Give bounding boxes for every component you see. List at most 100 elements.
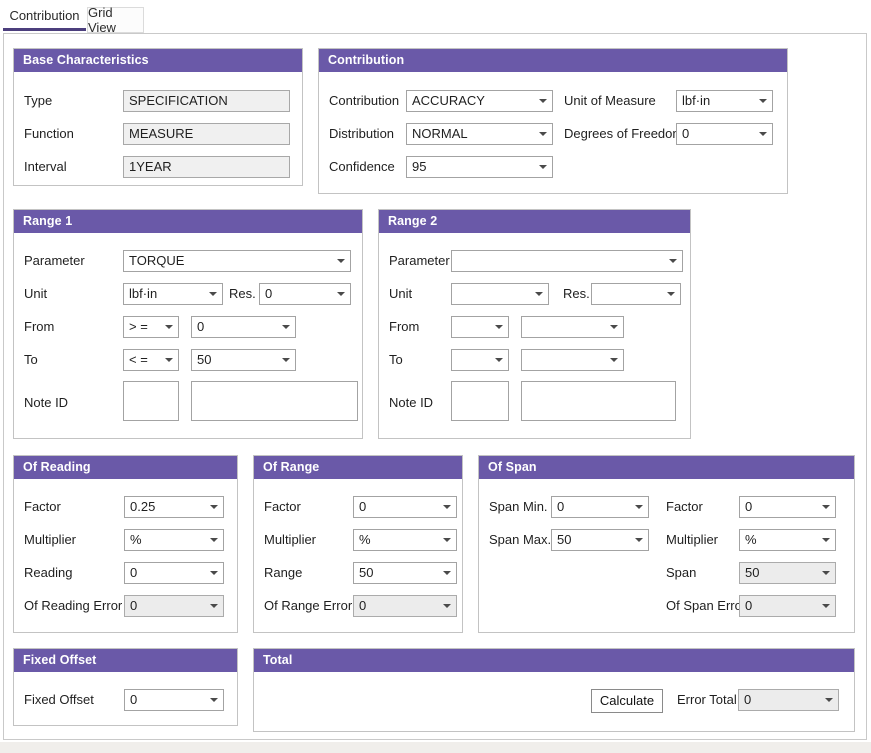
of-range-range-value: 50 xyxy=(359,563,440,583)
chevron-down-icon xyxy=(635,538,643,542)
range1-res-select[interactable]: 0 xyxy=(259,283,351,305)
range-2-title: Range 2 xyxy=(379,210,690,233)
of-reading-factor-select[interactable]: 0.25 xyxy=(124,496,224,518)
range2-parameter-value xyxy=(457,251,666,271)
of-span-factor-select[interactable]: 0 xyxy=(739,496,836,518)
of-range-error-select: 0 xyxy=(353,595,457,617)
distribution-select[interactable]: NORMAL xyxy=(406,123,553,145)
of-range-error-label: Of Range Error xyxy=(264,595,352,617)
range2-from-operator-select[interactable] xyxy=(451,316,509,338)
range2-unit-select[interactable] xyxy=(451,283,549,305)
chevron-down-icon xyxy=(165,358,173,362)
of-range-factor-label: Factor xyxy=(264,496,301,518)
range2-to-value xyxy=(527,350,607,370)
of-range-multiplier-value: % xyxy=(359,530,440,550)
error-total-value: 0 xyxy=(744,690,822,710)
of-reading-reading-label: Reading xyxy=(24,562,72,584)
confidence-label: Confidence xyxy=(329,156,395,178)
of-reading-error-select: 0 xyxy=(124,595,224,617)
distribution-label: Distribution xyxy=(329,123,394,145)
of-span-title: Of Span xyxy=(479,456,854,479)
range1-to-operator-select[interactable]: < = xyxy=(123,349,179,371)
span-max-select[interactable]: 50 xyxy=(551,529,649,551)
unit-of-measure-value: lbf·in xyxy=(682,91,756,111)
range2-res-select[interactable] xyxy=(591,283,681,305)
contribution-select[interactable]: ACCURACY xyxy=(406,90,553,112)
confidence-select[interactable]: 95 xyxy=(406,156,553,178)
range1-unit-select[interactable]: lbf·in xyxy=(123,283,223,305)
error-total-select: 0 xyxy=(738,689,839,711)
span-min-value: 0 xyxy=(557,497,632,517)
range1-from-value-select[interactable]: 0 xyxy=(191,316,296,338)
chevron-down-icon xyxy=(539,99,547,103)
range2-to-operator-select[interactable] xyxy=(451,349,509,371)
tab-grid-view[interactable]: Grid View xyxy=(87,7,144,33)
chevron-down-icon xyxy=(210,538,218,542)
chevron-down-icon xyxy=(495,325,503,329)
interval-field[interactable]: 1YEAR xyxy=(123,156,290,178)
panel-fixed-offset: Fixed Offset Fixed Offset 0 xyxy=(13,648,238,726)
chevron-down-icon xyxy=(337,292,345,296)
type-field[interactable]: SPECIFICATION xyxy=(123,90,290,112)
range1-parameter-select[interactable]: TORQUE xyxy=(123,250,351,272)
chevron-down-icon xyxy=(535,292,543,296)
distribution-value: NORMAL xyxy=(412,124,536,144)
of-reading-multiplier-select[interactable]: % xyxy=(124,529,224,551)
range2-parameter-label: Parameter xyxy=(389,250,450,272)
of-reading-title: Of Reading xyxy=(14,456,237,479)
of-span-span-value: 50 xyxy=(745,563,819,583)
range2-from-value-select[interactable] xyxy=(521,316,624,338)
range2-parameter-select[interactable] xyxy=(451,250,683,272)
fixed-offset-label: Fixed Offset xyxy=(24,689,94,711)
chevron-down-icon xyxy=(495,358,503,362)
range2-unit-label: Unit xyxy=(389,283,412,305)
range1-to-value-select[interactable]: 50 xyxy=(191,349,296,371)
of-reading-factor-value: 0.25 xyxy=(130,497,207,517)
range1-unit-value: lbf·in xyxy=(129,284,206,304)
range1-from-value: 0 xyxy=(197,317,279,337)
fixed-offset-select[interactable]: 0 xyxy=(124,689,224,711)
range2-note-id-field[interactable] xyxy=(451,381,509,421)
span-max-label: Span Max. xyxy=(489,529,551,551)
of-range-range-select[interactable]: 50 xyxy=(353,562,457,584)
chevron-down-icon xyxy=(443,571,451,575)
of-reading-reading-select[interactable]: 0 xyxy=(124,562,224,584)
chevron-down-icon xyxy=(667,292,675,296)
function-label: Function xyxy=(24,123,74,145)
chevron-down-icon xyxy=(443,604,451,608)
of-range-multiplier-label: Multiplier xyxy=(264,529,316,551)
span-min-select[interactable]: 0 xyxy=(551,496,649,518)
panel-base-characteristics: Base Characteristics Type SPECIFICATION … xyxy=(13,48,303,186)
range2-to-value-select[interactable] xyxy=(521,349,624,371)
range1-note-text-field[interactable] xyxy=(191,381,358,421)
of-range-factor-select[interactable]: 0 xyxy=(353,496,457,518)
panel-contribution: Contribution Contribution ACCURACY Unit … xyxy=(318,48,788,194)
span-min-label: Span Min. xyxy=(489,496,548,518)
range2-note-text-field[interactable] xyxy=(521,381,676,421)
calculate-button[interactable]: Calculate xyxy=(591,689,663,713)
tab-contribution[interactable]: Contribution xyxy=(3,3,86,31)
chevron-down-icon xyxy=(610,358,618,362)
of-span-factor-value: 0 xyxy=(745,497,819,517)
of-reading-reading-value: 0 xyxy=(130,563,207,583)
range1-from-operator-value: > = xyxy=(129,317,162,337)
range2-note-id-label: Note ID xyxy=(389,392,433,414)
chevron-down-icon xyxy=(210,571,218,575)
of-range-factor-value: 0 xyxy=(359,497,440,517)
chevron-down-icon xyxy=(443,505,451,509)
of-range-multiplier-select[interactable]: % xyxy=(353,529,457,551)
chevron-down-icon xyxy=(209,292,217,296)
range1-from-operator-select[interactable]: > = xyxy=(123,316,179,338)
range2-to-operator-value xyxy=(457,350,492,370)
of-span-span-label: Span xyxy=(666,562,696,584)
range1-note-id-field[interactable] xyxy=(123,381,179,421)
unit-of-measure-select[interactable]: lbf·in xyxy=(676,90,773,112)
of-span-error-label: Of Span Error xyxy=(666,595,746,617)
degrees-of-freedom-select[interactable]: 0 xyxy=(676,123,773,145)
base-characteristics-title: Base Characteristics xyxy=(14,49,302,72)
of-span-multiplier-select[interactable]: % xyxy=(739,529,836,551)
panel-of-span: Of Span Span Min. 0 Factor 0 Span Max. 5… xyxy=(478,455,855,633)
contribution-label: Contribution xyxy=(329,90,399,112)
panel-of-range: Of Range Factor 0 Multiplier % Range 50 … xyxy=(253,455,463,633)
function-field[interactable]: MEASURE xyxy=(123,123,290,145)
